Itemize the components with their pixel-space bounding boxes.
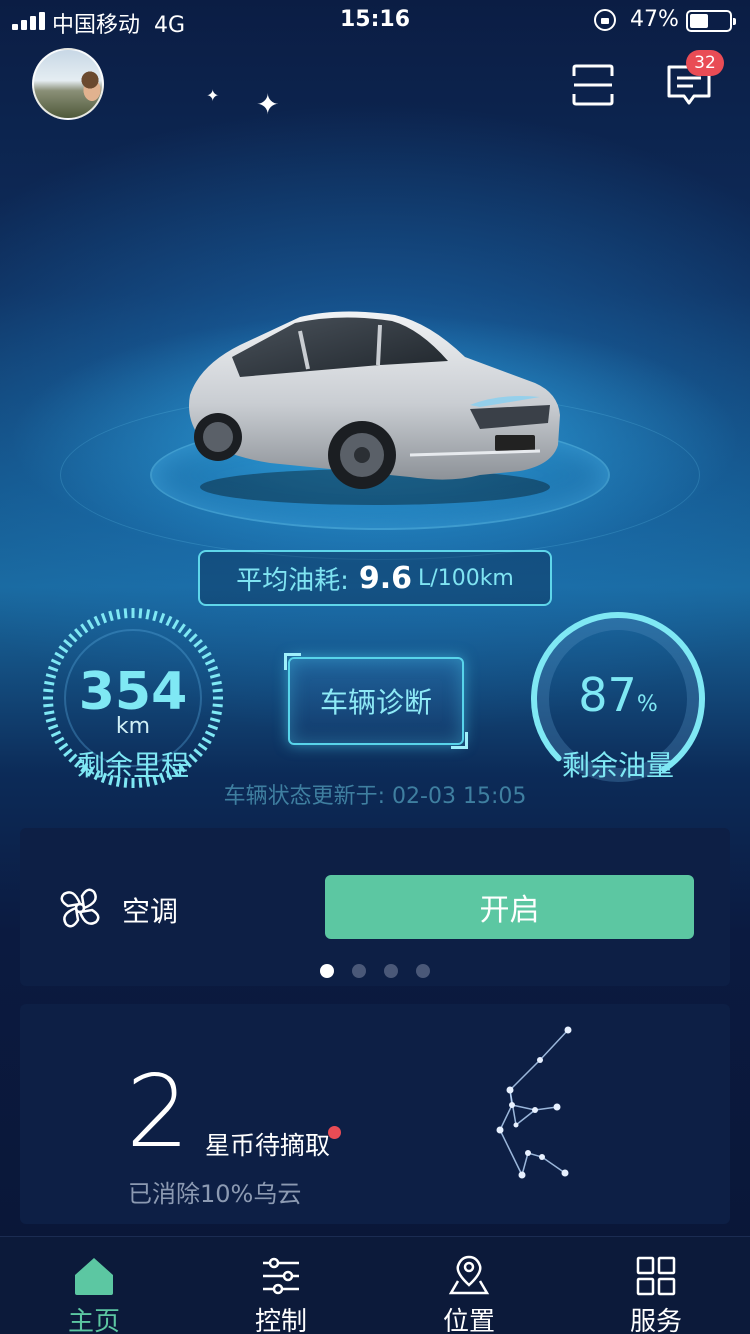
grid-icon — [636, 1256, 676, 1296]
avg-fuel-box: 平均油耗: 9.6 L/100km — [198, 550, 552, 606]
battery-percent: 47% — [630, 7, 679, 32]
page-dot[interactable] — [320, 964, 334, 978]
battery-icon — [686, 10, 736, 32]
page-dot[interactable] — [352, 964, 366, 978]
gauge-tick — [54, 651, 65, 660]
gauge-tick — [152, 610, 158, 622]
vehicle-diagnose-button[interactable]: 车辆诊断 — [284, 653, 468, 749]
rotation-lock-icon — [594, 9, 616, 31]
oil-value: 87% — [578, 668, 658, 722]
page-dot[interactable] — [416, 964, 430, 978]
gauge-tick — [188, 633, 198, 643]
status-bar: 中国移动 4G 15:16 47% — [0, 0, 750, 40]
page-indicator[interactable] — [320, 964, 430, 978]
tab-home-label: 主页 — [67, 1307, 120, 1334]
gauge-tick — [145, 609, 151, 620]
page-dot[interactable] — [384, 964, 398, 978]
tab-control[interactable]: 控制 — [187, 1237, 375, 1334]
gauge-tick — [201, 651, 212, 660]
star-coin-title: 星币待摘取 — [205, 1131, 331, 1160]
tab-service-label: 服务 — [629, 1307, 682, 1334]
tab-location-label: 位置 — [442, 1307, 495, 1334]
avatar[interactable] — [32, 48, 104, 120]
gauge-tick — [100, 612, 108, 624]
gauge-tick — [80, 623, 89, 634]
home-icon — [75, 1258, 113, 1295]
sparkle-icon: ✦ — [206, 86, 220, 105]
tab-service[interactable]: 服务 — [562, 1237, 750, 1334]
ac-label: 空调 — [122, 895, 179, 928]
gauge-tick — [86, 619, 95, 630]
unread-dot — [328, 1126, 341, 1139]
gauge-tick — [74, 628, 83, 638]
constellation-icon[interactable] — [480, 1015, 590, 1190]
mileage-unit: km — [115, 714, 151, 739]
tab-control-label: 控制 — [254, 1307, 307, 1334]
gauge-tick — [123, 608, 128, 619]
gauge-tick — [93, 615, 101, 627]
avg-fuel-unit: L/100km — [418, 565, 514, 591]
gauge-tick — [197, 645, 208, 654]
gauge-tick — [177, 623, 186, 634]
tab-home[interactable]: 主页 — [0, 1237, 188, 1334]
star-coin-count: 2 — [126, 1053, 190, 1170]
notification-badge: 32 — [686, 50, 724, 76]
location-icon — [448, 1255, 490, 1295]
tab-location[interactable]: 位置 — [375, 1237, 563, 1334]
mileage-value: 354 — [78, 662, 188, 722]
fan-icon — [60, 888, 100, 928]
ac-on-label: 开启 — [479, 893, 540, 928]
gauge-tick — [68, 633, 78, 643]
gauge-tick — [108, 610, 114, 622]
tab-bar: 主页 控制 位置 服务 — [0, 1236, 750, 1334]
gauge-tick — [165, 615, 173, 627]
ac-on-button[interactable]: 开启 — [325, 875, 694, 939]
car-image — [189, 311, 560, 505]
vehicle-diagnose-label: 车辆诊断 — [319, 686, 432, 719]
gauge-tick — [158, 612, 166, 624]
gauge-tick — [193, 639, 203, 648]
gauge-tick — [63, 639, 73, 648]
sliders-icon — [263, 1257, 299, 1295]
scan-icon[interactable] — [572, 64, 614, 106]
gauge-tick — [171, 619, 180, 630]
star-coin-subtitle: 已消除10%乌云 — [128, 1180, 302, 1208]
gauge-tick — [183, 628, 192, 638]
gauge-tick — [138, 608, 143, 619]
home-screen: 中国移动 4G 15:16 47% ✦ ✦ 32 平均油耗: 9.6 L/100… — [0, 0, 750, 1334]
sparkle-icon: ✦ — [256, 88, 280, 121]
avg-fuel-value: 9.6 — [358, 560, 413, 596]
avg-fuel-label: 平均油耗: — [236, 565, 349, 596]
status-update-time: 车辆状态更新于: 02-03 15:05 — [223, 784, 527, 809]
gauge-tick — [115, 609, 121, 620]
gauge-tick — [58, 645, 69, 654]
